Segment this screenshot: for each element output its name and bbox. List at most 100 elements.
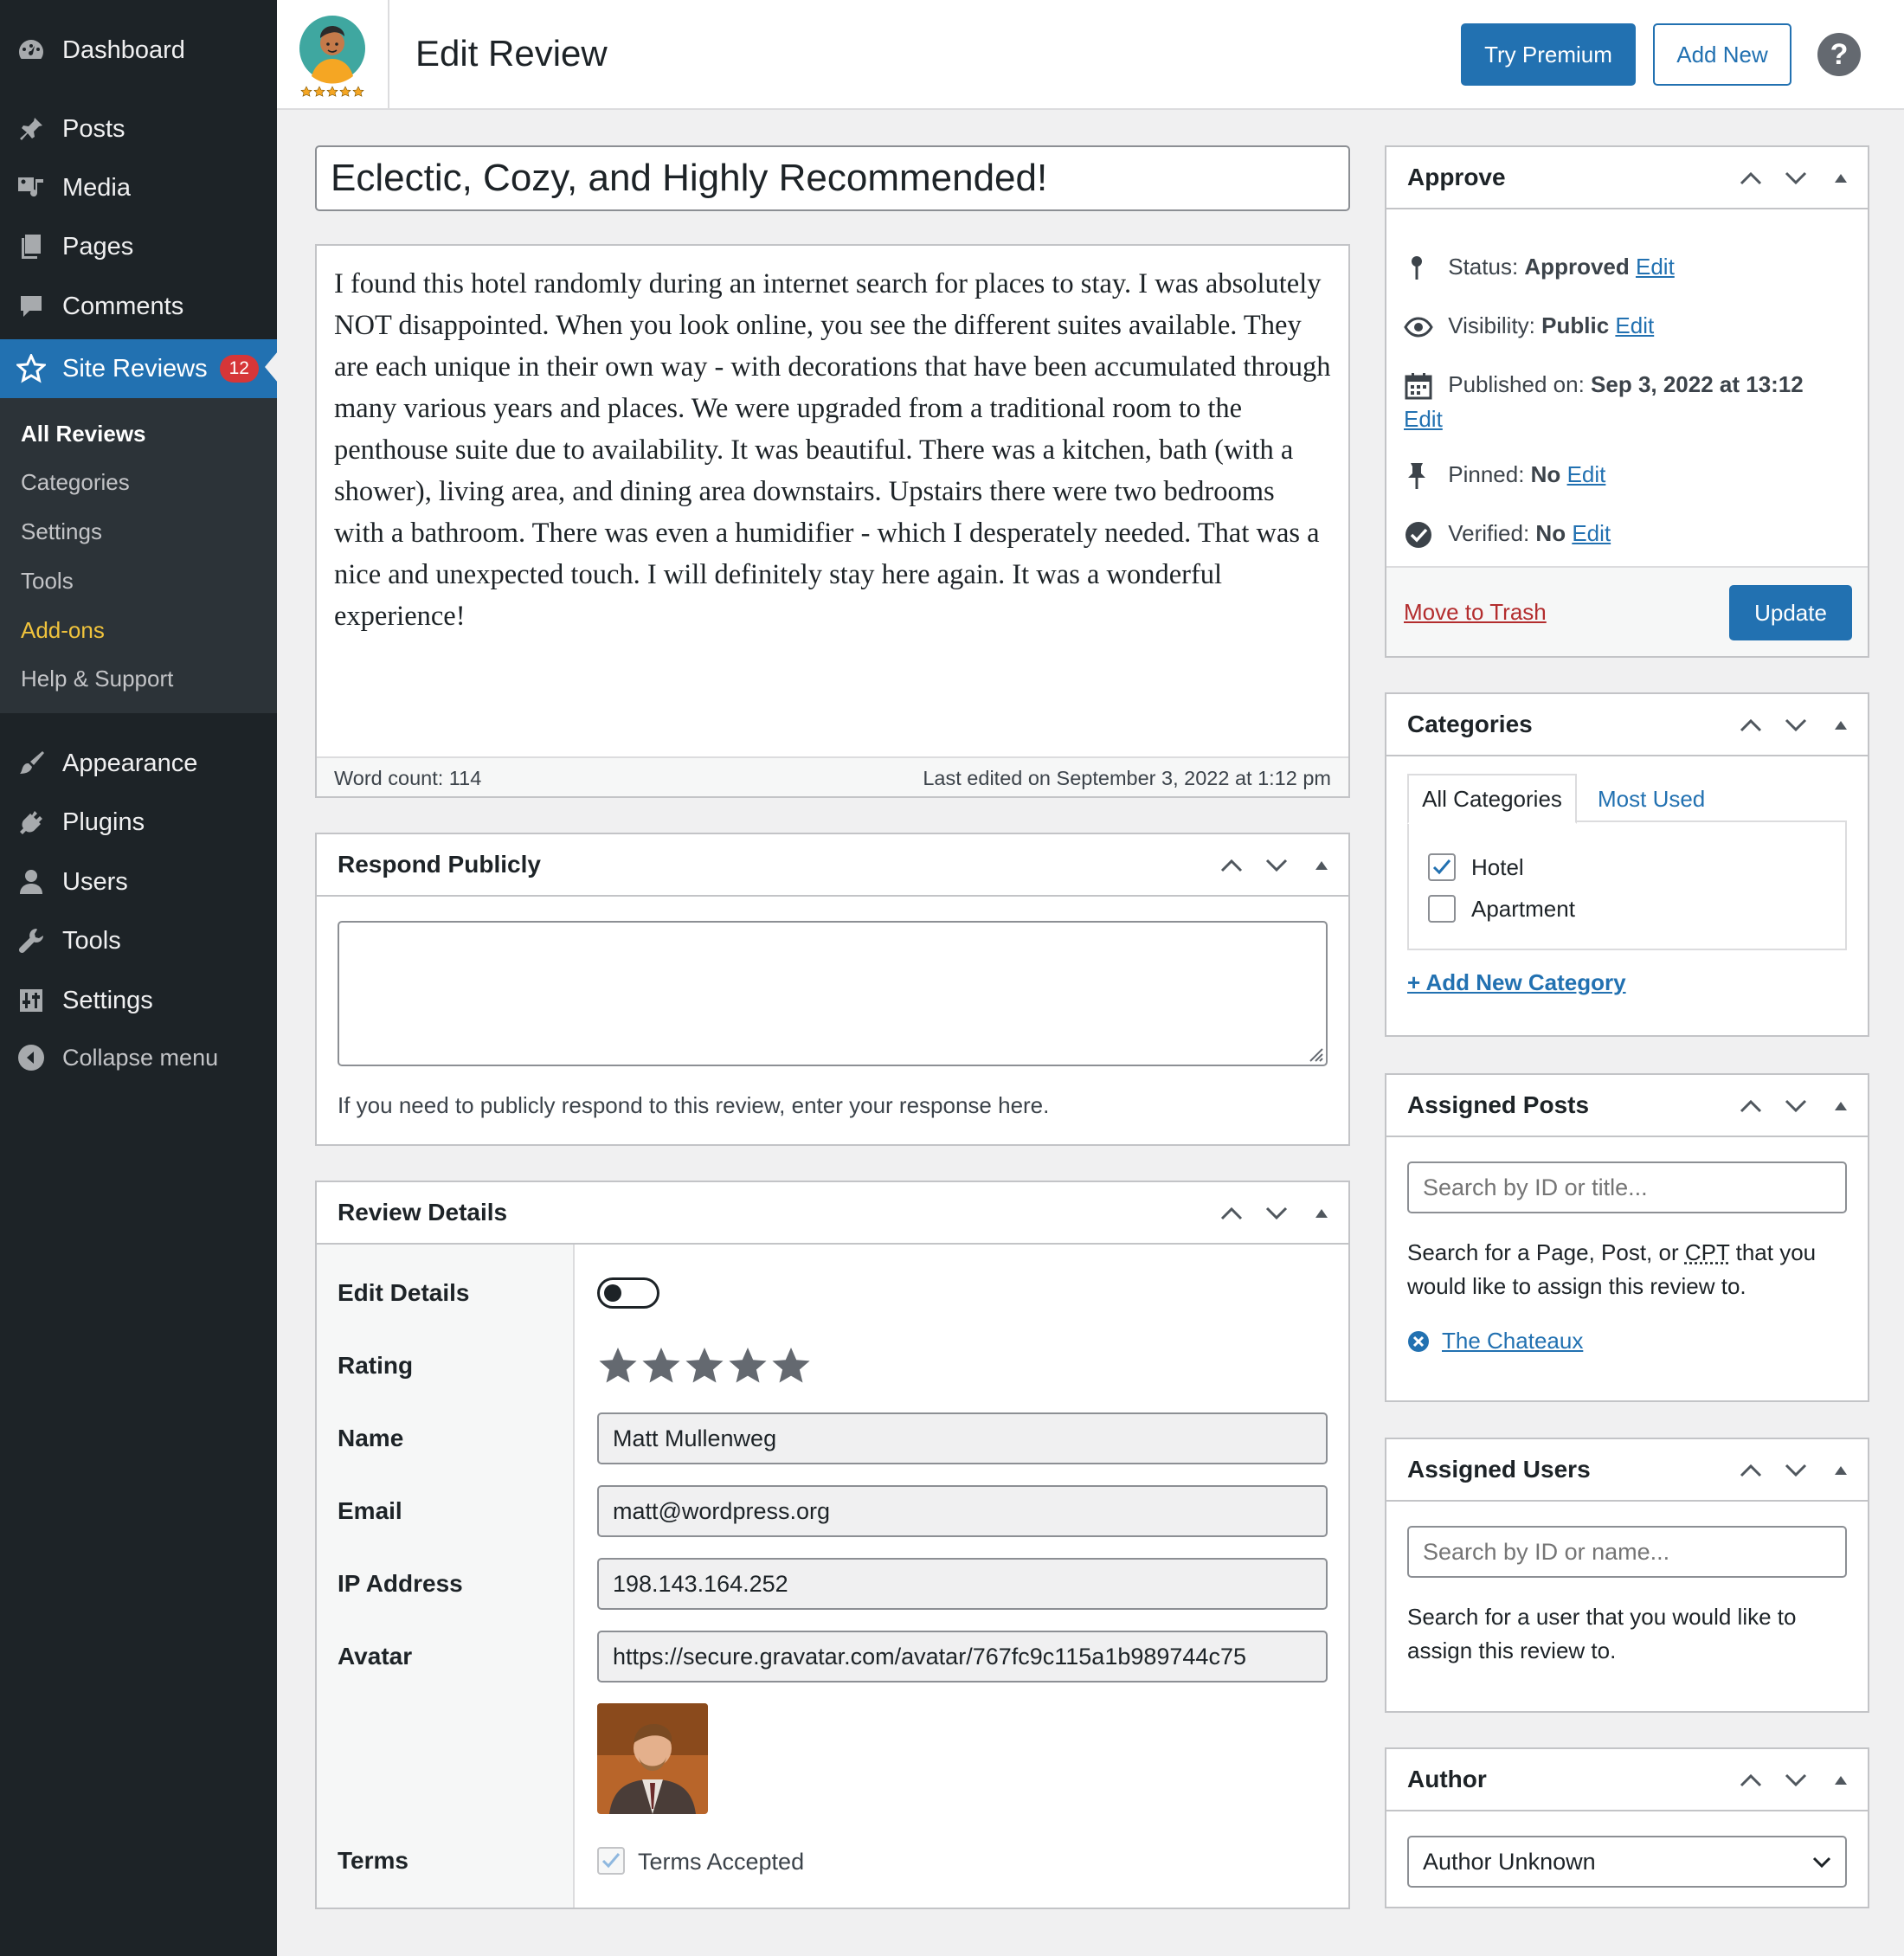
pinned-value: No [1530,461,1561,487]
chevron-up-icon[interactable] [1219,853,1245,878]
menu-tools[interactable]: Tools [0,913,277,968]
chevron-up-icon[interactable] [1738,165,1764,191]
review-details-panel: Review Details [315,1181,1350,1909]
assigned-posts-title: Assigned Posts [1407,1091,1590,1118]
menu-media[interactable]: Media [0,160,277,216]
edit-details-toggle[interactable] [597,1277,659,1309]
pin-icon [16,113,47,145]
chevron-down-icon[interactable] [1264,853,1290,878]
tab-most-used[interactable]: Most Used [1592,774,1705,824]
last-edited: Last edited on September 3, 2022 at 1:12… [923,767,1331,789]
submenu-settings[interactable]: Settings [21,518,102,545]
chevron-up-icon[interactable] [1738,1457,1764,1483]
menu-users-label: Users [62,867,128,896]
chevron-up-icon[interactable] [1738,1093,1764,1119]
add-new-button[interactable]: Add New [1653,23,1791,86]
menu-collapse[interactable]: Collapse menu [0,1030,277,1085]
author-panel: Author Author Unknown [1385,1747,1869,1908]
menu-dashboard[interactable]: Dashboard [0,23,277,78]
email-field[interactable]: matt@wordpress.org [597,1485,1328,1537]
apartment-checkbox[interactable] [1428,895,1456,923]
collapse-triangle-icon[interactable] [1309,853,1335,878]
rating-star-icon[interactable] [727,1345,769,1387]
site-reviews-submenu: All Reviews Categories Settings Tools Ad… [0,398,277,713]
try-premium-button[interactable]: Try Premium [1461,23,1636,86]
verified-edit-link[interactable]: Edit [1572,520,1611,546]
visibility-edit-link[interactable]: Edit [1615,312,1654,338]
remove-circle-icon[interactable] [1407,1330,1430,1353]
collapse-triangle-icon[interactable] [1828,1457,1854,1483]
category-item-apartment[interactable]: Apartment [1428,895,1575,923]
published-edit-link[interactable]: Edit [1404,403,1443,434]
collapse-triangle-icon[interactable] [1828,1767,1854,1793]
pinned-edit-link[interactable]: Edit [1567,461,1606,487]
resize-handle-icon[interactable] [1303,1042,1324,1063]
hotel-checkbox[interactable] [1428,853,1456,881]
submenu-help-support[interactable]: Help & Support [21,666,173,692]
categories-panel-header: Categories [1386,694,1868,756]
pin-icon [1412,256,1422,280]
menu-appearance[interactable]: Appearance [0,736,277,791]
chevron-down-icon[interactable] [1783,165,1809,191]
check-circle-icon [1405,522,1431,549]
menu-tools-label: Tools [62,926,121,955]
menu-comments[interactable]: Comments [0,279,277,334]
calendar-icon [1405,373,1432,400]
response-textarea[interactable] [338,921,1328,1066]
details-panel-title: Review Details [338,1199,508,1226]
menu-settings[interactable]: Settings [0,973,277,1028]
search-posts-input[interactable] [1407,1161,1847,1213]
rating-star-icon[interactable] [684,1345,725,1387]
menu-settings-label: Settings [62,986,153,1014]
add-new-category-link[interactable]: + Add New Category [1407,969,1626,996]
categories-panel-title: Categories [1407,711,1533,737]
terms-checkbox[interactable] [597,1847,625,1875]
collapse-triangle-icon[interactable] [1828,165,1854,191]
chevron-down-icon[interactable] [1264,1200,1290,1226]
assigned-post-link[interactable]: The Chateaux [1442,1328,1583,1354]
search-users-input[interactable] [1407,1526,1847,1578]
menu-plugins[interactable]: Plugins [0,795,277,850]
ip-address-field[interactable]: 198.143.164.252 [597,1558,1328,1610]
collapse-triangle-icon[interactable] [1828,712,1854,738]
collapse-triangle-icon[interactable] [1828,1093,1854,1119]
menu-pages[interactable]: Pages [0,219,277,274]
rating-star-icon[interactable] [770,1345,812,1387]
submenu-categories[interactable]: Categories [21,469,130,496]
help-icon[interactable]: ? [1817,33,1861,76]
label-email: Email [338,1497,402,1524]
menu-users[interactable]: Users [0,854,277,910]
chevron-down-icon[interactable] [1783,1093,1809,1119]
menu-site-reviews[interactable]: Site Reviews 12 [0,339,277,398]
name-field[interactable]: Matt Mullenweg [597,1412,1328,1464]
chevron-up-icon[interactable] [1738,712,1764,738]
chevron-up-icon[interactable] [1738,1767,1764,1793]
respond-panel-header: Respond Publicly [317,834,1348,897]
update-button[interactable]: Update [1729,585,1852,640]
chevron-down-icon[interactable] [1783,1457,1809,1483]
approve-actions-bar: Move to Trash Update [1386,566,1868,656]
collapse-triangle-icon[interactable] [1309,1200,1335,1226]
menu-site-reviews-label: Site Reviews [62,354,208,383]
chevron-down-icon[interactable] [1783,712,1809,738]
tab-all-categories[interactable]: All Categories [1407,774,1577,824]
rating-star-icon[interactable] [597,1345,639,1387]
status-edit-link[interactable]: Edit [1636,254,1675,280]
rating-star-icon[interactable] [640,1345,682,1387]
chevron-up-icon[interactable] [1219,1200,1245,1226]
author-select[interactable]: Author Unknown [1407,1836,1847,1888]
chevron-down-icon[interactable] [1783,1767,1809,1793]
site-reviews-logo [298,12,367,99]
review-title-input[interactable]: Eclectic, Cozy, and Highly Recommended! [315,145,1350,211]
review-content-text[interactable]: I found this hotel randomly during an in… [334,263,1331,637]
category-item-hotel[interactable]: Hotel [1428,853,1524,881]
avatar-url-field[interactable]: https://secure.gravatar.com/avatar/767fc… [597,1631,1328,1683]
submenu-add-ons[interactable]: Add-ons [21,617,105,644]
menu-posts[interactable]: Posts [0,101,277,157]
move-to-trash-link[interactable]: Move to Trash [1404,599,1547,626]
published-label: Published on: [1448,371,1585,397]
assigned-users-panel: Assigned Users Search for a user that yo… [1385,1438,1869,1713]
submenu-tools[interactable]: Tools [21,568,74,595]
author-panel-title: Author [1407,1766,1487,1792]
submenu-all-reviews[interactable]: All Reviews [21,421,146,447]
